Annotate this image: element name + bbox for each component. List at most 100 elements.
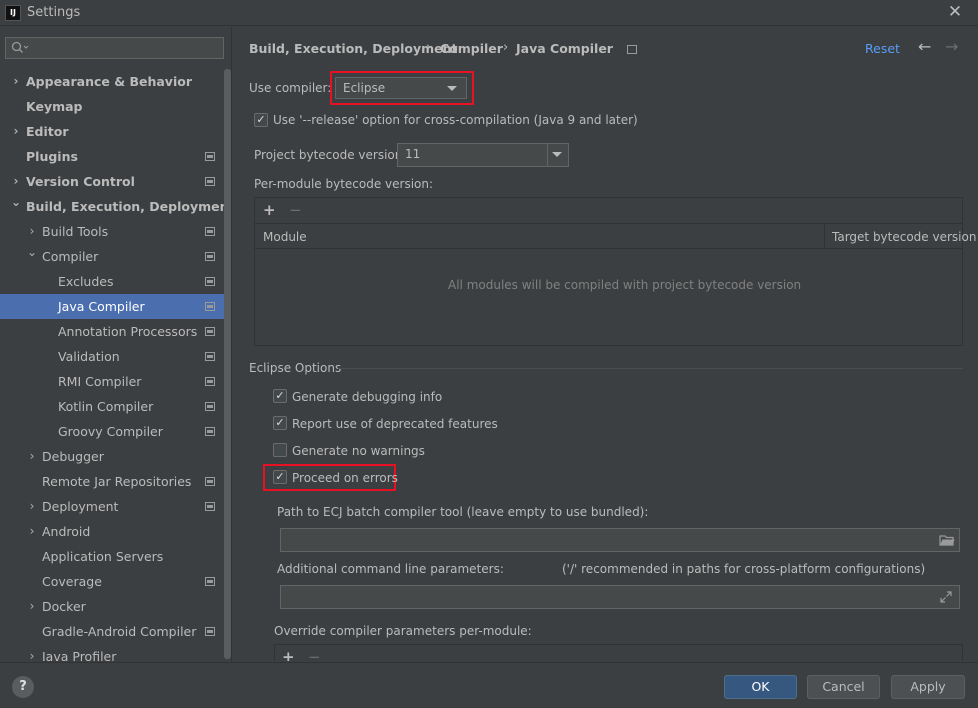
ecj-path-label: Path to ECJ batch compiler tool (leave e… bbox=[277, 505, 649, 519]
breadcrumb-compiler: Compiler bbox=[440, 41, 503, 56]
sidebar-item-compiler[interactable]: ⌄ Compiler bbox=[0, 244, 231, 269]
use-compiler-dropdown[interactable]: Eclipse bbox=[335, 77, 467, 99]
sidebar-item-java-profiler[interactable]: › Java Profiler bbox=[0, 644, 231, 661]
project-scope-icon bbox=[205, 377, 215, 386]
add-override-button[interactable]: + bbox=[282, 648, 295, 661]
sidebar-item-label: Android bbox=[42, 524, 91, 539]
folder-icon[interactable] bbox=[939, 534, 955, 547]
sidebar-item-remote-jar-repositories[interactable]: Remote Jar Repositories bbox=[0, 469, 231, 494]
sidebar-item-application-servers[interactable]: Application Servers bbox=[0, 544, 231, 569]
chevron-right-icon[interactable]: › bbox=[26, 594, 38, 619]
use-compiler-label: Use compiler: bbox=[249, 81, 332, 95]
add-module-button[interactable]: + bbox=[263, 201, 276, 219]
chevron-right-icon[interactable]: › bbox=[10, 119, 22, 144]
cancel-button[interactable]: Cancel bbox=[807, 675, 880, 699]
close-icon[interactable]: ✕ bbox=[945, 2, 965, 22]
intellij-logo-icon: IJ bbox=[5, 5, 21, 21]
settings-tree: › Appearance & Behavior Keymap › Editor Plugi… bbox=[0, 69, 232, 661]
project-scope-icon bbox=[205, 477, 215, 486]
sidebar-item-build-execution-deployment[interactable]: ⌄ Build, Execution, Deployment bbox=[0, 194, 232, 219]
project-scope-icon bbox=[205, 427, 215, 436]
chevron-down-icon bbox=[447, 86, 457, 91]
sidebar-item-editor[interactable]: › Editor bbox=[0, 119, 231, 144]
back-arrow-icon[interactable]: ← bbox=[918, 37, 931, 56]
per-module-table: + − Module Target bytecode version All m… bbox=[254, 197, 976, 346]
column-header-target[interactable]: Target bytecode version bbox=[832, 230, 976, 244]
chevron-down-icon[interactable]: ⌄ bbox=[26, 240, 38, 265]
sidebar-item-label: RMI Compiler bbox=[58, 374, 142, 389]
sidebar-item-version-control[interactable]: › Version Control bbox=[0, 169, 231, 194]
sidebar-item-keymap[interactable]: Keymap bbox=[0, 94, 231, 119]
section-divider bbox=[338, 368, 963, 369]
sidebar-item-android[interactable]: › Android bbox=[0, 519, 231, 544]
sidebar-item-label: Java Profiler bbox=[42, 649, 117, 661]
project-scope-icon bbox=[205, 502, 215, 511]
remove-module-button[interactable]: − bbox=[289, 201, 302, 219]
report-deprecated-checkbox[interactable]: ✓ bbox=[273, 416, 287, 430]
dialog-button-bar: ? OK Cancel Apply bbox=[0, 662, 978, 708]
override-params-label: Override compiler parameters per-module: bbox=[274, 624, 532, 638]
chevron-right-icon[interactable]: › bbox=[26, 444, 38, 469]
search-icon bbox=[11, 41, 29, 53]
apply-button[interactable]: Apply bbox=[891, 675, 965, 699]
sidebar-item-debugger[interactable]: › Debugger bbox=[0, 444, 231, 469]
bytecode-version-combo[interactable]: 11 bbox=[397, 143, 569, 167]
sidebar-item-label: Build, Execution, Deployment bbox=[26, 199, 232, 214]
forward-arrow-icon[interactable]: → bbox=[945, 37, 958, 56]
sidebar-item-rmi-compiler[interactable]: RMI Compiler bbox=[0, 369, 231, 394]
sidebar-item-label: Groovy Compiler bbox=[58, 424, 163, 439]
help-button[interactable]: ? bbox=[12, 676, 34, 698]
title-bar: IJ Settings ✕ bbox=[0, 0, 978, 26]
proceed-on-errors-checkbox[interactable]: ✓ bbox=[273, 470, 287, 484]
chevron-right-icon[interactable]: › bbox=[10, 69, 22, 94]
ecj-path-field[interactable] bbox=[280, 528, 960, 552]
breadcrumb-separator: › bbox=[503, 40, 509, 55]
chevron-right-icon[interactable]: › bbox=[26, 644, 38, 661]
sidebar-item-annotation-processors[interactable]: Annotation Processors bbox=[0, 319, 231, 344]
sidebar-item-docker[interactable]: › Docker bbox=[0, 594, 231, 619]
generate-debug-info-checkbox[interactable]: ✓ bbox=[273, 389, 287, 403]
sidebar-item-label: Debugger bbox=[42, 449, 104, 464]
sidebar-item-deployment[interactable]: › Deployment bbox=[0, 494, 231, 519]
column-header-module[interactable]: Module bbox=[263, 230, 307, 244]
ok-button[interactable]: OK bbox=[724, 675, 797, 699]
sidebar-item-label: Validation bbox=[58, 349, 120, 364]
sidebar-item-validation[interactable]: Validation bbox=[0, 344, 231, 369]
generate-no-warnings-checkbox[interactable] bbox=[273, 443, 287, 457]
cmd-params-field[interactable] bbox=[280, 585, 960, 609]
project-scope-icon bbox=[205, 577, 215, 586]
remove-override-button[interactable]: − bbox=[308, 648, 321, 661]
sidebar-item-java-compiler[interactable]: Java Compiler bbox=[0, 294, 231, 319]
project-scope-icon bbox=[205, 152, 215, 161]
sidebar-item-label: Annotation Processors bbox=[58, 324, 198, 339]
chevron-down-icon[interactable]: ⌄ bbox=[10, 190, 22, 215]
sidebar-item-label: Application Servers bbox=[42, 549, 164, 564]
reset-link[interactable]: Reset bbox=[865, 41, 900, 56]
sidebar-item-excludes[interactable]: Excludes bbox=[0, 269, 231, 294]
sidebar-item-label: Version Control bbox=[26, 174, 135, 189]
cmd-params-label: Additional command line parameters: bbox=[277, 562, 504, 576]
project-scope-icon bbox=[205, 627, 215, 636]
release-option-checkbox[interactable]: ✓ bbox=[254, 113, 268, 127]
generate-no-warnings-label: Generate no warnings bbox=[292, 444, 425, 458]
table-header: Module Target bytecode version bbox=[255, 223, 976, 249]
cmd-params-hint: ('/' recommended in paths for cross-plat… bbox=[562, 562, 926, 576]
sidebar-item-gradle-android-compiler[interactable]: Gradle-Android Compiler bbox=[0, 619, 231, 644]
bytecode-version-label: Project bytecode version: bbox=[254, 148, 407, 162]
sidebar-item-plugins[interactable]: Plugins bbox=[0, 144, 231, 169]
sidebar-item-appearance-behavior[interactable]: › Appearance & Behavior bbox=[0, 69, 231, 94]
settings-search-input[interactable] bbox=[5, 37, 224, 59]
chevron-right-icon[interactable]: › bbox=[26, 494, 38, 519]
project-scope-icon bbox=[205, 277, 215, 286]
bytecode-version-value: 11 bbox=[405, 147, 421, 161]
generate-debug-info-label: Generate debugging info bbox=[292, 390, 443, 404]
sidebar-scrollbar[interactable] bbox=[224, 69, 231, 659]
sidebar-item-label: Remote Jar Repositories bbox=[42, 474, 192, 489]
chevron-right-icon[interactable]: › bbox=[26, 519, 38, 544]
override-params-table: + − bbox=[274, 644, 963, 661]
sidebar-item-coverage[interactable]: Coverage bbox=[0, 569, 231, 594]
sidebar-item-kotlin-compiler[interactable]: Kotlin Compiler bbox=[0, 394, 231, 419]
expand-icon[interactable] bbox=[939, 590, 953, 604]
project-scope-icon bbox=[205, 302, 215, 311]
sidebar-item-groovy-compiler[interactable]: Groovy Compiler bbox=[0, 419, 231, 444]
